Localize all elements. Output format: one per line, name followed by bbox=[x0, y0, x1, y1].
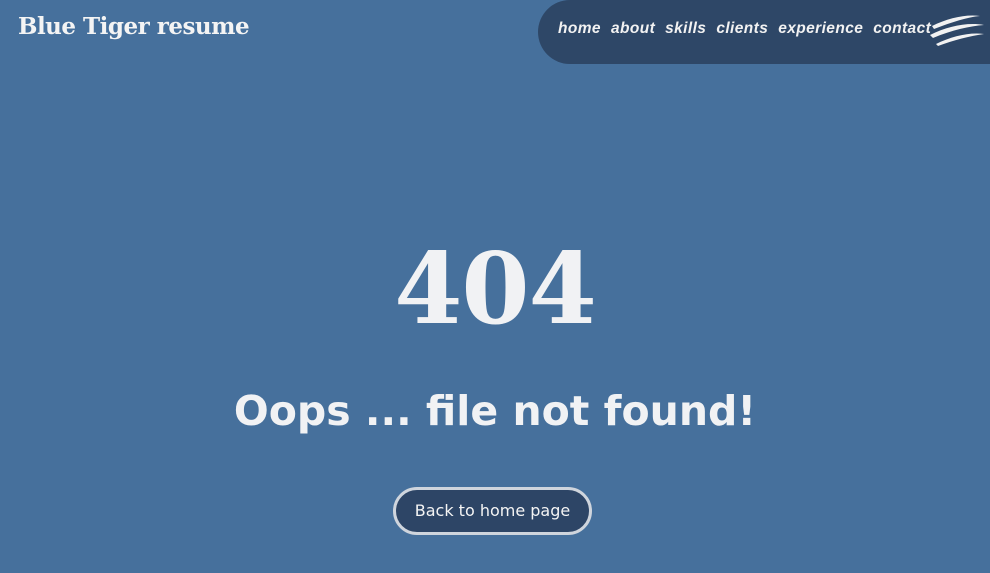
nav-item-contact[interactable]: contact bbox=[873, 20, 931, 38]
nav-item-skills[interactable]: skills bbox=[665, 20, 706, 38]
site-title[interactable]: Blue Tiger resume bbox=[18, 13, 250, 40]
nav-item-clients[interactable]: clients bbox=[716, 20, 768, 38]
nav-item-experience[interactable]: experience bbox=[778, 20, 863, 38]
nav-item-about[interactable]: about bbox=[611, 20, 655, 38]
error-code: 404 bbox=[394, 232, 597, 347]
tiger-claw-icon[interactable] bbox=[928, 12, 986, 48]
nav-item-home[interactable]: home bbox=[558, 20, 601, 38]
back-home-button[interactable]: Back to home page bbox=[393, 487, 592, 535]
nav-list: home about skills clients experience con… bbox=[558, 20, 941, 38]
error-message: Oops ... file not found! bbox=[233, 387, 757, 435]
main-nav: home about skills clients experience con… bbox=[538, 0, 990, 64]
